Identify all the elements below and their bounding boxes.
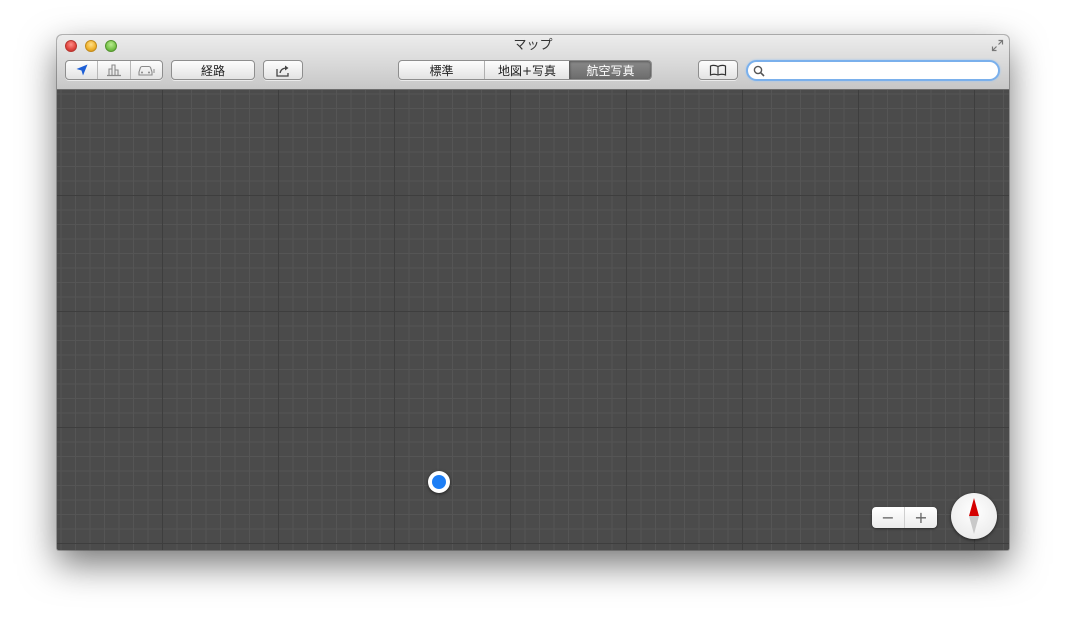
map-type-standard[interactable]: 標準 xyxy=(399,61,484,79)
route-button[interactable]: 経路 xyxy=(171,60,255,80)
map-type-hybrid[interactable]: 地図+写真 xyxy=(484,61,569,79)
toolbar: マップ 経路 標準 地図+写真 航空写真 xyxy=(57,35,1009,90)
car-icon xyxy=(138,65,156,76)
zoom-in-button[interactable]: + xyxy=(904,507,937,528)
compass-icon xyxy=(969,498,979,534)
traffic-button[interactable] xyxy=(129,61,162,79)
share-icon xyxy=(276,65,289,77)
navigation-button-group xyxy=(65,60,163,80)
3d-buildings-icon xyxy=(106,64,121,77)
fullscreen-icon[interactable] xyxy=(991,39,1004,52)
zoom-control: − + xyxy=(872,507,937,528)
current-location-button[interactable] xyxy=(66,61,97,79)
book-icon xyxy=(709,64,727,76)
zoom-out-button[interactable]: − xyxy=(872,507,904,528)
compass-button[interactable] xyxy=(951,493,997,539)
map-type-control: 標準 地図+写真 航空写真 xyxy=(398,60,652,80)
map-type-satellite[interactable]: 航空写真 xyxy=(569,61,651,79)
location-arrow-icon xyxy=(76,64,88,76)
bookmarks-button[interactable] xyxy=(698,60,738,80)
3d-view-button[interactable] xyxy=(97,61,129,79)
share-button[interactable] xyxy=(263,60,303,80)
search-icon xyxy=(753,65,765,77)
map-canvas[interactable]: − + xyxy=(57,90,1009,550)
search-field[interactable] xyxy=(746,60,1000,81)
search-input[interactable] xyxy=(768,62,993,79)
maps-window: マップ 経路 標準 地図+写真 航空写真 − + xyxy=(57,35,1009,550)
window-title: マップ xyxy=(513,38,553,53)
current-location-dot[interactable] xyxy=(428,471,450,493)
